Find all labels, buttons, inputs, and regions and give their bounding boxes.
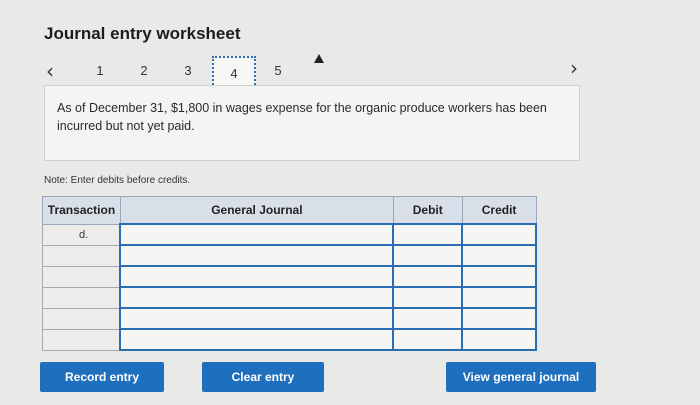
clear-entry-button[interactable]: Clear entry: [202, 362, 324, 392]
transaction-cell: [42, 307, 121, 330]
credit-input[interactable]: [461, 244, 537, 267]
chevron-right-icon[interactable]: ›: [570, 56, 578, 80]
table-row: [42, 286, 537, 309]
debit-input[interactable]: [392, 265, 464, 288]
account-input[interactable]: [119, 265, 395, 288]
transaction-cell: d.: [42, 223, 121, 246]
page-4-active[interactable]: 4: [212, 56, 256, 88]
account-input[interactable]: [119, 244, 395, 267]
debit-input[interactable]: [392, 307, 464, 330]
transaction-cell: [42, 244, 121, 267]
account-input[interactable]: [119, 328, 395, 351]
view-general-journal-button[interactable]: View general journal: [446, 362, 596, 392]
header-transaction: Transaction: [42, 196, 121, 225]
transaction-cell: [42, 265, 121, 288]
account-input[interactable]: [119, 223, 395, 246]
table-row: [42, 265, 537, 288]
credit-input[interactable]: [461, 286, 537, 309]
header-credit: Credit: [461, 196, 537, 225]
journal-table: Transaction General Journal Debit Credit…: [42, 196, 537, 351]
chevron-left-icon[interactable]: ‹: [46, 59, 54, 83]
header-debit: Debit: [392, 196, 463, 225]
credit-input[interactable]: [461, 223, 537, 246]
debit-input[interactable]: [392, 286, 464, 309]
header-general-journal: General Journal: [119, 196, 394, 225]
page-1[interactable]: 1: [90, 63, 110, 78]
account-input[interactable]: [119, 307, 395, 330]
page-5[interactable]: 5: [268, 63, 288, 78]
debit-input[interactable]: [392, 328, 464, 351]
page-3[interactable]: 3: [178, 63, 198, 78]
debit-input[interactable]: [392, 223, 464, 246]
debit-input[interactable]: [392, 244, 464, 267]
table-row: d.: [42, 223, 537, 246]
problem-prompt: As of December 31, $1,800 in wages expen…: [44, 85, 580, 161]
transaction-cell: [42, 328, 121, 351]
table-row: [42, 244, 537, 267]
account-input[interactable]: [119, 286, 395, 309]
mouse-cursor-icon: [314, 54, 324, 63]
record-entry-button[interactable]: Record entry: [40, 362, 164, 392]
credit-input[interactable]: [461, 328, 537, 351]
table-row: [42, 307, 537, 330]
page-title: Journal entry worksheet: [44, 24, 241, 43]
credit-input[interactable]: [461, 265, 537, 288]
instruction-note: Note: Enter debits before credits.: [44, 175, 191, 186]
table-row: [42, 328, 537, 351]
transaction-cell: [42, 286, 121, 309]
page-2[interactable]: 2: [134, 63, 154, 78]
credit-input[interactable]: [461, 307, 537, 330]
